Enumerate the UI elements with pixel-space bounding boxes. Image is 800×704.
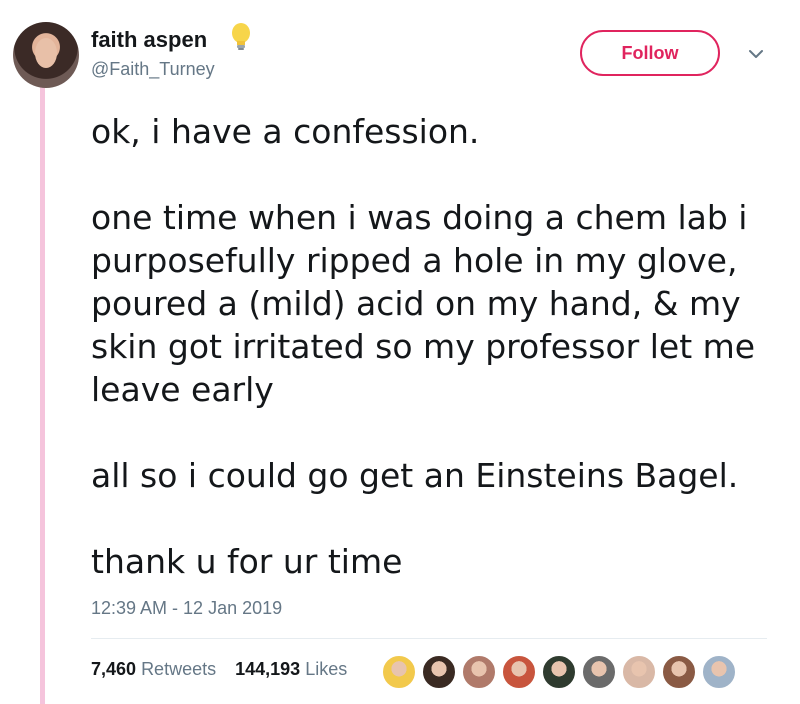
follow-button[interactable]: Follow [580,30,720,76]
liker-avatar[interactable] [461,654,497,690]
tweet-paragraph: ok, i have a confession. [91,112,480,151]
tweet-timestamp[interactable]: 12:39 AM - 12 Jan 2019 [91,598,282,619]
tweet-stats: 7,460 Retweets 144,193 Likes [91,659,361,680]
tweet-paragraph: one time when i was doing a chem lab i p… [91,198,756,409]
divider [91,638,767,639]
liker-avatar[interactable] [501,654,537,690]
chevron-down-icon[interactable] [746,44,766,64]
likes-label: Likes [305,659,348,679]
tweet-text: ok, i have a confession. one time when i… [91,110,781,583]
user-handle[interactable]: @Faith_Turney [91,59,215,80]
lightbulb-icon [232,23,250,50]
liker-avatars [381,654,741,690]
retweets-stat[interactable]: 7,460 Retweets [91,659,216,679]
likes-stat[interactable]: 144,193 Likes [235,659,347,679]
tweet-paragraph: thank u for ur time [91,542,403,581]
retweets-label: Retweets [141,659,217,679]
thread-line [40,86,45,704]
liker-avatar[interactable] [581,654,617,690]
liker-avatar[interactable] [661,654,697,690]
likes-count: 144,193 [235,659,301,679]
avatar[interactable] [13,22,79,88]
liker-avatar[interactable] [421,654,457,690]
retweets-count: 7,460 [91,659,137,679]
liker-avatar[interactable] [381,654,417,690]
liker-avatar[interactable] [621,654,657,690]
avatar-face [35,38,57,68]
liker-avatar[interactable] [701,654,737,690]
liker-avatar[interactable] [541,654,577,690]
tweet-paragraph: all so i could go get an Einsteins Bagel… [91,456,739,495]
display-name[interactable]: faith aspen [91,27,207,53]
